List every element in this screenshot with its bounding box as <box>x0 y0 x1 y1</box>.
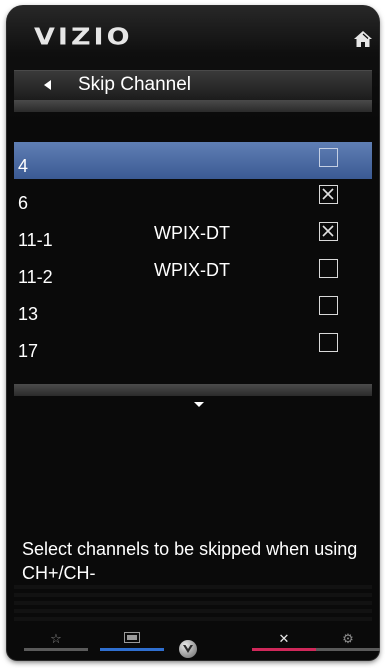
star-icon: ☆ <box>50 631 62 646</box>
exit-button[interactable]: ✕ <box>252 628 316 654</box>
skip-checkbox[interactable] <box>319 222 338 241</box>
vizio-v-button[interactable] <box>179 640 197 658</box>
skip-checkbox[interactable] <box>319 148 338 167</box>
gear-icon: ⚙ <box>342 631 354 646</box>
list-scrollbar[interactable] <box>14 384 372 396</box>
channel-number: 17 <box>18 341 39 361</box>
help-reflection <box>14 585 372 625</box>
x-mark-icon <box>322 225 334 237</box>
skip-checkbox[interactable] <box>319 259 338 278</box>
back-arrow-icon[interactable] <box>44 80 51 90</box>
vizio-logo: VIZIO <box>34 24 133 51</box>
channel-name: WPIX-DT <box>154 223 230 243</box>
channel-row-11-2[interactable]: 11-2 WPIX-DT <box>14 253 372 290</box>
channel-number: 11-1 <box>18 230 53 250</box>
screen-icon <box>124 631 140 646</box>
channel-row-6[interactable]: 6 <box>14 179 372 216</box>
skip-checkbox[interactable] <box>319 333 338 352</box>
home-icon[interactable] <box>353 30 373 48</box>
chevron-down-icon[interactable] <box>194 402 204 407</box>
channel-row-11-1[interactable]: 11-1 WPIX-DT <box>14 216 372 253</box>
channel-name: WPIX-DT <box>154 260 230 280</box>
channel-number: 4 <box>18 156 29 176</box>
x-mark-icon <box>322 188 334 200</box>
channel-row-13[interactable]: 13 <box>14 290 372 327</box>
favorites-button[interactable]: ☆ <box>24 628 88 654</box>
channel-list: 4 6 11-1 WPIX-DT 11-2 WPIX-DT 13 17 <box>14 142 372 364</box>
channel-row-4[interactable]: 4 <box>14 142 372 179</box>
channel-number: 11-2 <box>18 267 53 287</box>
vizio-v-icon <box>183 645 193 653</box>
skip-checkbox[interactable] <box>319 296 338 315</box>
close-icon: ✕ <box>278 631 290 646</box>
channel-number: 6 <box>18 193 29 213</box>
skip-checkbox[interactable] <box>319 185 338 204</box>
accent-line <box>100 648 164 651</box>
channel-row-17[interactable]: 17 <box>14 327 372 364</box>
accent-line <box>252 648 316 651</box>
menu-title: Skip Channel <box>78 74 192 95</box>
help-text: Select channels to be skipped when using… <box>22 539 358 583</box>
accent-line <box>24 648 88 651</box>
channel-number: 13 <box>18 304 39 324</box>
settings-button[interactable]: ⚙ <box>316 628 380 654</box>
input-button[interactable] <box>100 628 164 654</box>
accent-line <box>316 648 380 651</box>
menu-title-bar[interactable] <box>14 70 372 102</box>
list-top-divider <box>14 100 372 112</box>
